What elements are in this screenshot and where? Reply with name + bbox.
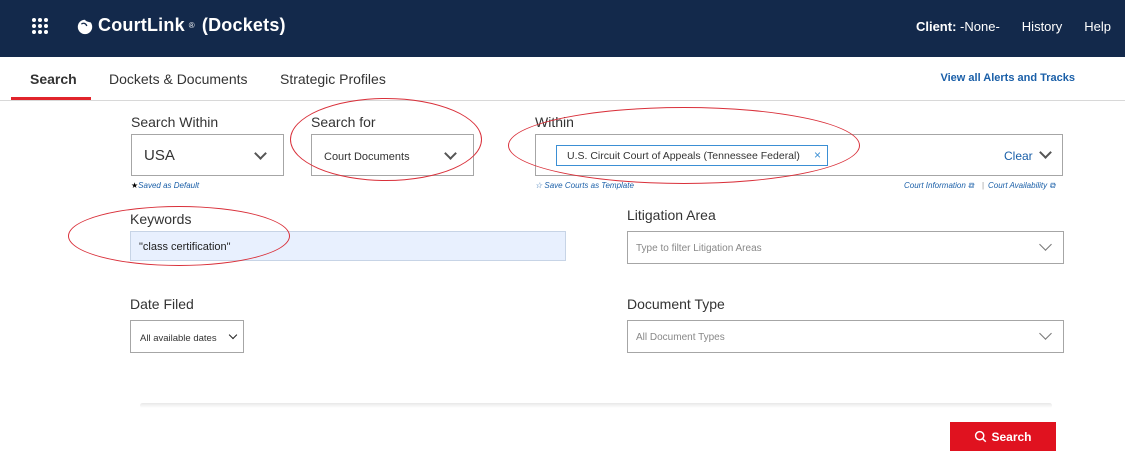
search-within-value: USA (144, 147, 175, 164)
lexisnexis-logo-icon (77, 17, 93, 34)
court-information-link[interactable]: Court Information ⧉ (904, 181, 974, 191)
search-icon (975, 430, 987, 443)
date-filed-label: Date Filed (130, 296, 194, 312)
date-filed-value: All available dates (140, 333, 217, 344)
close-icon[interactable]: × (814, 148, 821, 162)
chevron-down-icon (1039, 238, 1052, 251)
search-button[interactable]: Search (950, 422, 1056, 451)
chevron-down-icon (444, 147, 457, 160)
chevron-down-icon (1039, 327, 1052, 340)
document-type-label: Document Type (627, 296, 725, 312)
search-for-value: Court Documents (324, 151, 410, 163)
top-bar: CourtLink ® (Dockets) Client: -None- Hist… (0, 0, 1125, 57)
tab-search[interactable]: Search (30, 71, 77, 87)
app-mark: ® (188, 21, 195, 30)
search-within-label: Search Within (131, 114, 219, 130)
search-button-label: Search (991, 429, 1032, 444)
tab-bar: Search Dockets & Documents Strategic Pro… (0, 57, 1125, 101)
chevron-down-icon[interactable] (1039, 146, 1052, 159)
history-link[interactable]: History (1022, 19, 1062, 34)
court-availability-link[interactable]: Court Availability ⧉ (988, 181, 1055, 191)
search-for-label: Search for (311, 114, 376, 130)
chevron-down-icon (228, 330, 238, 340)
document-type-placeholder: All Document Types (636, 332, 725, 343)
help-link[interactable]: Help (1084, 19, 1111, 34)
date-filed-select[interactable]: All available dates (130, 320, 244, 353)
litigation-area-placeholder: Type to filter Litigation Areas (636, 243, 762, 254)
save-courts-template-link[interactable]: ☆ Save Courts as Template (535, 181, 634, 190)
clear-courts-link[interactable]: Clear (1004, 149, 1033, 163)
keywords-label: Keywords (130, 211, 192, 227)
section-divider (140, 403, 1052, 408)
keywords-input[interactable]: "class certification" (130, 231, 566, 261)
client-selector[interactable]: Client: -None- (916, 19, 1000, 34)
tab-strategic-profiles[interactable]: Strategic Profiles (280, 71, 386, 87)
link-separator: | (982, 181, 985, 190)
external-link-icon: ⧉ (968, 181, 974, 190)
client-label: Client: (915, 19, 957, 34)
app-section: (Dockets) (201, 15, 286, 35)
app-name: CourtLink (98, 15, 185, 35)
document-type-select[interactable]: All Document Types (627, 320, 1064, 353)
client-value: -None- (960, 19, 1000, 34)
view-alerts-link[interactable]: View all Alerts and Tracks (940, 72, 1075, 84)
court-chip: U.S. Circuit Court of Appeals (Tennessee… (556, 145, 828, 166)
app-logo[interactable]: CourtLink ® (Dockets) (76, 15, 286, 36)
litigation-area-label: Litigation Area (627, 207, 716, 223)
search-for-select[interactable]: Court Documents (311, 134, 474, 176)
litigation-area-input[interactable]: Type to filter Litigation Areas (627, 231, 1064, 264)
active-tab-indicator (11, 97, 91, 100)
tab-dockets-documents[interactable]: Dockets & Documents (109, 71, 248, 87)
court-chip-label: U.S. Circuit Court of Appeals (Tennessee… (567, 150, 800, 162)
within-label: Within (535, 114, 574, 130)
chevron-down-icon (254, 147, 267, 160)
saved-as-default-note[interactable]: ★Saved as Default (131, 181, 199, 190)
search-within-select[interactable]: USA (131, 134, 284, 176)
grid-menu-icon[interactable] (32, 18, 48, 34)
external-link-icon: ⧉ (1049, 181, 1056, 190)
